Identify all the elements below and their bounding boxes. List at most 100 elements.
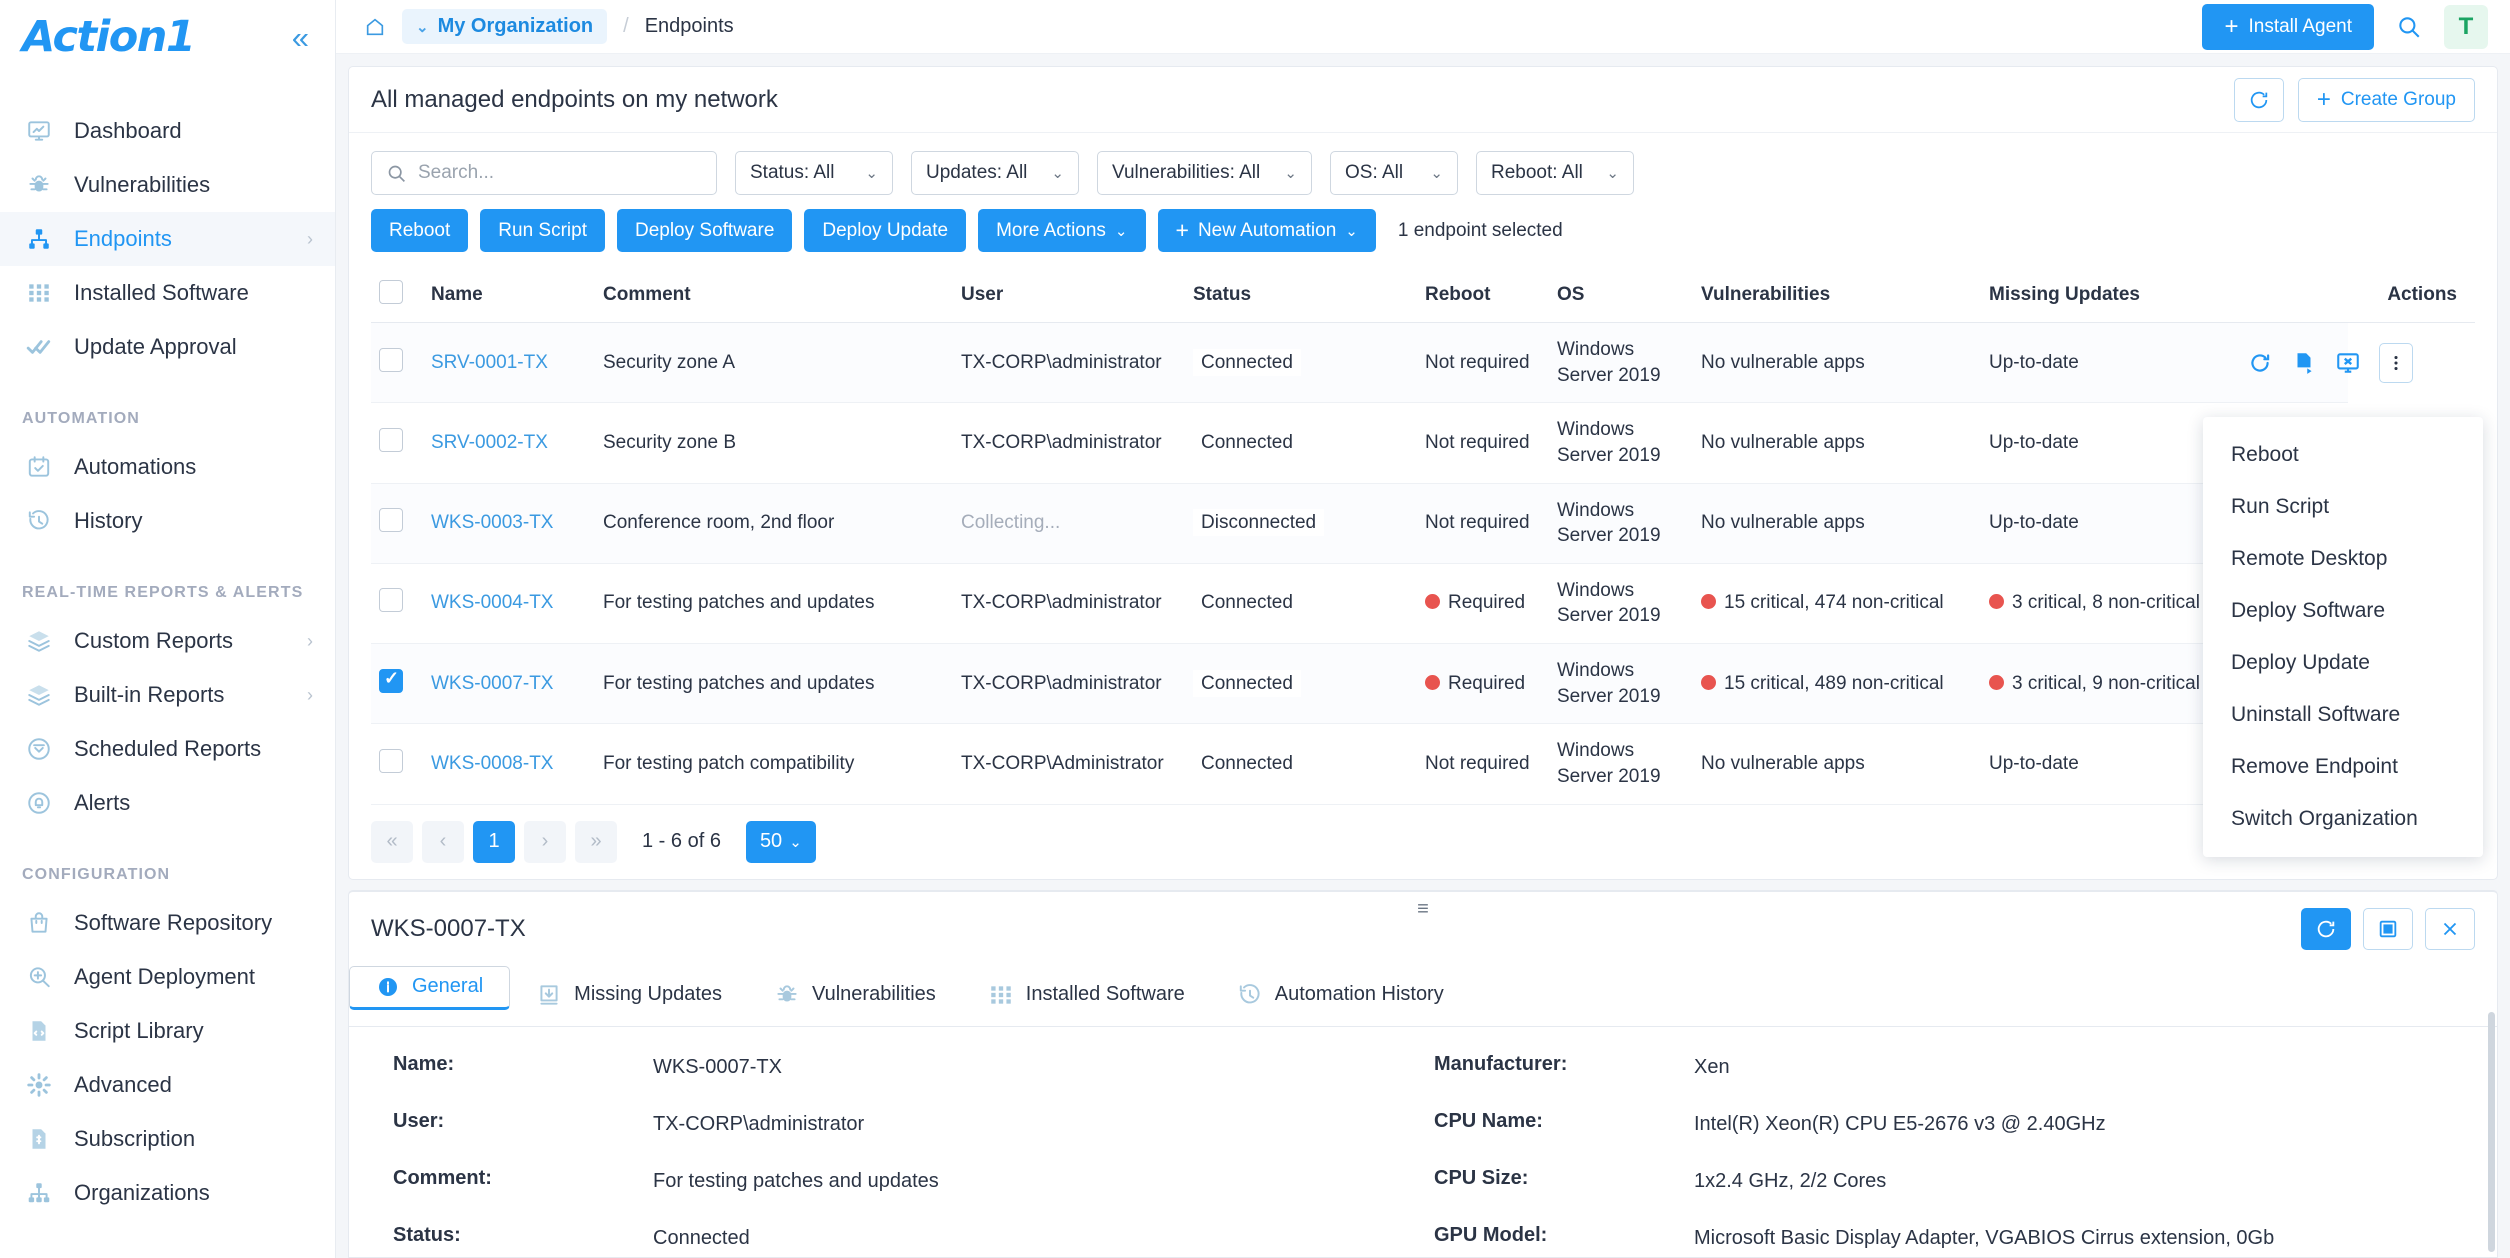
tab-label: Automation History xyxy=(1275,983,1444,1006)
tab-general[interactable]: General xyxy=(349,966,510,1010)
detail-refresh-button[interactable] xyxy=(2301,908,2351,950)
cell-comment: Security zone A xyxy=(595,323,953,403)
menu-item-deploy-software[interactable]: Deploy Software xyxy=(2203,585,2483,637)
reboot-button[interactable]: Reboot xyxy=(371,209,468,252)
sidebar-item-built-in-reports[interactable]: Built-in Reports› xyxy=(0,668,335,722)
sidebar-item-advanced[interactable]: Advanced xyxy=(0,1058,335,1112)
row-checkbox[interactable] xyxy=(379,348,403,372)
detail-scrollbar[interactable] xyxy=(2488,1012,2495,1251)
row-checkbox[interactable] xyxy=(379,428,403,452)
sidebar-item-vulnerabilities[interactable]: Vulnerabilities xyxy=(0,158,335,212)
row-checkbox[interactable] xyxy=(379,749,403,773)
filter-updates[interactable]: Updates: All⌄ xyxy=(911,151,1079,195)
detail-scroll-thumb[interactable] xyxy=(2488,1012,2495,1252)
page-1-button[interactable]: 1 xyxy=(473,821,515,863)
menu-item-remote-desktop[interactable]: Remote Desktop xyxy=(2203,533,2483,585)
table-row[interactable]: WKS-0008-TXFor testing patch compatibili… xyxy=(371,724,2475,804)
content-area: All managed endpoints on my network + C xyxy=(336,54,2510,1258)
table-row[interactable]: WKS-0004-TXFor testing patches and updat… xyxy=(371,563,2475,643)
sidebar-item-alerts[interactable]: Alerts xyxy=(0,776,335,830)
page-last-button[interactable]: » xyxy=(575,821,617,863)
sidebar-item-history[interactable]: History xyxy=(0,494,335,548)
menu-item-remove-endpoint[interactable]: Remove Endpoint xyxy=(2203,741,2483,793)
table-row[interactable]: SRV-0001-TXSecurity zone ATX-CORP\admini… xyxy=(371,323,2475,403)
row-checkbox[interactable] xyxy=(379,588,403,612)
filter-reboot[interactable]: Reboot: All⌄ xyxy=(1476,151,1634,195)
remote-desktop-icon[interactable] xyxy=(2335,350,2361,376)
breadcrumb-organization[interactable]: ⌄ My Organization xyxy=(402,9,607,44)
menu-item-reboot[interactable]: Reboot xyxy=(2203,429,2483,481)
search-icon[interactable] xyxy=(2396,14,2422,40)
create-group-button[interactable]: + Create Group xyxy=(2298,78,2475,122)
kebab-menu-icon[interactable] xyxy=(2379,343,2413,383)
run-script-button[interactable]: Run Script xyxy=(480,209,605,252)
sidebar-item-label: Script Library xyxy=(74,1018,204,1044)
shopping-bag-icon xyxy=(22,910,56,936)
sidebar-item-organizations[interactable]: Organizations xyxy=(0,1166,335,1220)
refresh-button[interactable] xyxy=(2234,78,2284,122)
sidebar-item-software-repository[interactable]: Software Repository xyxy=(0,896,335,950)
home-icon[interactable] xyxy=(364,16,386,38)
table-row[interactable]: WKS-0003-TXConference room, 2nd floorCol… xyxy=(371,483,2475,563)
tab-installed-software[interactable]: Installed Software xyxy=(962,966,1211,1027)
filter-os[interactable]: OS: All⌄ xyxy=(1330,151,1458,195)
endpoint-link[interactable]: SRV-0002-TX xyxy=(431,432,548,453)
detail-maximize-button[interactable] xyxy=(2363,908,2413,950)
detail-right-column: Manufacturer:XenCPU Name:Intel(R) Xeon(R… xyxy=(1434,1053,2475,1257)
sidebar-item-custom-reports[interactable]: Custom Reports› xyxy=(0,614,335,668)
tab-automation-history[interactable]: Automation History xyxy=(1211,966,1470,1027)
sidebar-item-installed-software[interactable]: Installed Software xyxy=(0,266,335,320)
menu-item-switch-organization[interactable]: Switch Organization xyxy=(2203,793,2483,845)
row-checkbox[interactable] xyxy=(379,669,403,693)
drag-handle-icon[interactable]: ≡ xyxy=(1417,898,1429,921)
sidebar-item-update-approval[interactable]: Update Approval xyxy=(0,320,335,374)
collapse-sidebar-icon[interactable]: « xyxy=(292,22,309,53)
endpoint-link[interactable]: SRV-0001-TX xyxy=(431,352,548,373)
install-agent-button[interactable]: + Install Agent xyxy=(2202,4,2374,50)
row-context-menu[interactable]: RebootRun ScriptRemote DesktopDeploy Sof… xyxy=(2203,417,2483,857)
table-row[interactable]: WKS-0007-TXFor testing patches and updat… xyxy=(371,644,2475,724)
sidebar-item-automations[interactable]: Automations xyxy=(0,440,335,494)
menu-item-run-script[interactable]: Run Script xyxy=(2203,481,2483,533)
avatar[interactable]: T xyxy=(2444,5,2488,49)
page-size-selector[interactable]: 50 ⌄ xyxy=(746,821,816,863)
table-row[interactable]: SRV-0002-TXSecurity zone BTX-CORP\admini… xyxy=(371,403,2475,483)
sidebar-item-dashboard[interactable]: Dashboard xyxy=(0,104,335,158)
endpoint-link[interactable]: WKS-0008-TX xyxy=(431,753,553,774)
row-checkbox[interactable] xyxy=(379,508,403,532)
code-file-icon xyxy=(22,1018,56,1044)
page-prev-button[interactable]: ‹ xyxy=(422,821,464,863)
sidebar-item-endpoints[interactable]: Endpoints› xyxy=(0,212,335,266)
endpoint-link[interactable]: WKS-0003-TX xyxy=(431,512,553,533)
sidebar-item-script-library[interactable]: Script Library xyxy=(0,1004,335,1058)
endpoint-link[interactable]: WKS-0004-TX xyxy=(431,592,553,613)
more-actions-button[interactable]: More Actions⌄ xyxy=(978,209,1145,252)
tab-vulnerabilities[interactable]: Vulnerabilities xyxy=(748,966,962,1027)
deploy-update-button[interactable]: Deploy Update xyxy=(804,209,966,252)
deploy-software-button[interactable]: Deploy Software xyxy=(617,209,792,252)
chevron-down-icon: ⌄ xyxy=(1284,164,1297,182)
refresh-status-icon[interactable] xyxy=(2247,350,2273,376)
page-next-button[interactable]: › xyxy=(524,821,566,863)
search-input[interactable] xyxy=(418,162,702,184)
detail-close-button[interactable] xyxy=(2425,908,2475,950)
sidebar-item-scheduled-reports[interactable]: Scheduled Reports xyxy=(0,722,335,776)
sidebar-item-agent-deployment[interactable]: Agent Deployment xyxy=(0,950,335,1004)
new-automation-button[interactable]: +New Automation⌄ xyxy=(1158,209,1376,252)
cell-missing-updates: Up-to-date xyxy=(1981,403,2221,483)
gear-icon xyxy=(22,1072,56,1098)
endpoint-link[interactable]: WKS-0007-TX xyxy=(431,673,553,694)
double-check-icon xyxy=(22,334,56,360)
menu-item-uninstall-software[interactable]: Uninstall Software xyxy=(2203,689,2483,741)
select-all-checkbox[interactable] xyxy=(379,280,403,304)
run-script-icon[interactable] xyxy=(2291,350,2317,376)
menu-item-deploy-update[interactable]: Deploy Update xyxy=(2203,637,2483,689)
filter-vulnerabilities[interactable]: Vulnerabilities: All⌄ xyxy=(1097,151,1312,195)
page-first-button[interactable]: « xyxy=(371,821,413,863)
sidebar-item-subscription[interactable]: Subscription xyxy=(0,1112,335,1166)
cell-vulnerabilities: No vulnerable apps xyxy=(1693,403,1981,483)
chevron-down-icon: ⌄ xyxy=(1051,164,1064,182)
tab-missing-updates[interactable]: Missing Updates xyxy=(510,966,748,1027)
search-box[interactable] xyxy=(371,151,717,195)
filter-status[interactable]: Status: All⌄ xyxy=(735,151,893,195)
